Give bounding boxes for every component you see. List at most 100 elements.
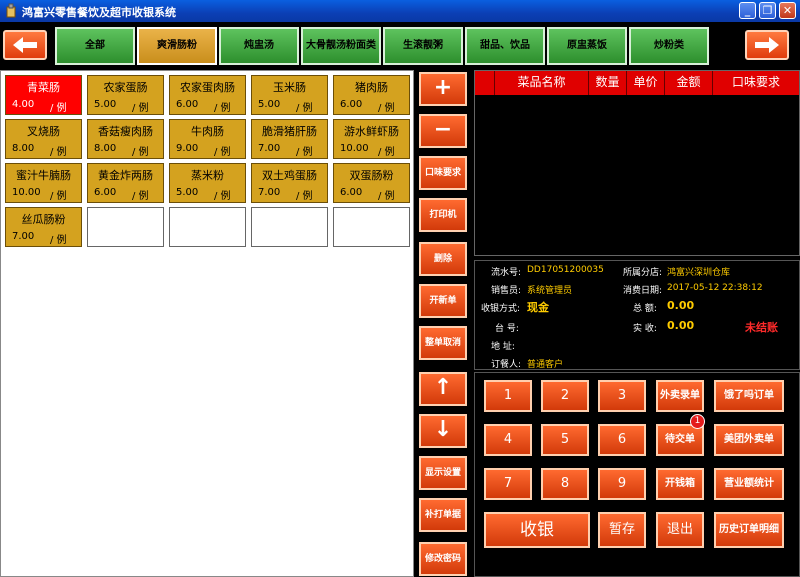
- order-table-header: 菜品名称 数量 单价 金额 口味要求: [475, 71, 799, 95]
- seller-value: 系统管理员: [527, 286, 573, 296]
- order-history-button[interactable]: 历史订单明细: [714, 512, 784, 548]
- new-order-button[interactable]: 开新单: [419, 284, 467, 318]
- dish-item[interactable]: 农家蛋肉肠 6.00 / 例: [169, 75, 246, 115]
- dish-name: 牛肉肠: [191, 125, 224, 138]
- received-label: 实 收:: [633, 324, 657, 334]
- dish-price: 6.00: [176, 99, 199, 110]
- row-indicator-header: [475, 71, 495, 95]
- dish-name: 农家蛋肉肠: [180, 81, 235, 94]
- dish-item[interactable]: 黄金炸两肠 6.00 / 例: [87, 163, 164, 203]
- dish-item[interactable]: 牛肉肠 9.00 / 例: [169, 119, 246, 159]
- category-dessert-drinks[interactable]: 甜品、饮品: [465, 27, 545, 65]
- minimize-button[interactable]: _: [739, 2, 756, 19]
- dish-item[interactable]: 青菜肠 4.00 / 例: [5, 75, 82, 115]
- dish-item[interactable]: 香菇瘦肉肠 8.00 / 例: [87, 119, 164, 159]
- category-all[interactable]: 全部: [55, 27, 135, 65]
- dish-price: 10.00: [340, 143, 369, 154]
- dish-unit: / 例: [214, 147, 231, 158]
- keypad-9[interactable]: 9: [598, 468, 646, 500]
- keypad-1[interactable]: 1: [484, 380, 532, 412]
- next-category-button[interactable]: [745, 30, 789, 60]
- order-table[interactable]: 菜品名称 数量 单价 金额 口味要求: [474, 70, 800, 256]
- keypad-6[interactable]: 6: [598, 424, 646, 456]
- dish-unit: / 例: [50, 191, 67, 202]
- customer-value: 普通客户: [527, 360, 564, 370]
- table-number-label: 台 号:: [495, 324, 519, 334]
- dish-price: 8.00: [94, 143, 117, 154]
- arrow-right-icon: [755, 37, 779, 53]
- category-stew-soup[interactable]: 炖盅汤: [219, 27, 299, 65]
- dish-item[interactable]: 猪肉肠 6.00 / 例: [333, 75, 410, 115]
- delete-button[interactable]: 删除: [419, 242, 467, 276]
- dish-item[interactable]: 农家蛋肠 5.00 / 例: [87, 75, 164, 115]
- hold-order-button[interactable]: 暂存: [598, 512, 646, 548]
- checkout-button[interactable]: 收银: [484, 512, 590, 548]
- display-settings-button[interactable]: 显示设置: [419, 456, 467, 490]
- dish-name: 蒸米粉: [191, 169, 224, 182]
- total-value: 0.00: [667, 299, 695, 312]
- prev-category-button[interactable]: [3, 30, 47, 60]
- dish-price: 9.00: [176, 143, 199, 154]
- keypad-5[interactable]: 5: [541, 424, 589, 456]
- dish-item[interactable]: 脆滑猪肝肠 7.00 / 例: [251, 119, 328, 159]
- dish-name: 双土鸡蛋肠: [262, 169, 317, 182]
- dish-item[interactable]: 叉烧肠 8.00 / 例: [5, 119, 82, 159]
- dish-name: 农家蛋肠: [103, 81, 148, 94]
- category-fried-noodles[interactable]: 炒粉类: [629, 27, 709, 65]
- dish-price: 7.00: [12, 231, 35, 242]
- dish-item[interactable]: 玉米肠 5.00 / 例: [251, 75, 328, 115]
- keypad-3[interactable]: 3: [598, 380, 646, 412]
- dish-unit: / 例: [214, 191, 231, 202]
- customer-label: 订餐人:: [491, 360, 522, 370]
- keypad-2[interactable]: 2: [541, 380, 589, 412]
- meituan-orders-button[interactable]: 美团外卖单: [714, 424, 784, 456]
- dish-slot-empty[interactable]: [169, 207, 246, 247]
- change-password-button[interactable]: 修改密码: [419, 542, 467, 576]
- dish-name: 香菇瘦肉肠: [98, 125, 153, 138]
- cancel-order-button[interactable]: 整单取消: [419, 326, 467, 360]
- dish-price: 5.00: [94, 99, 117, 110]
- pending-count-badge: 1: [690, 414, 705, 429]
- dish-price: 6.00: [340, 187, 363, 198]
- keypad-7[interactable]: 7: [484, 468, 532, 500]
- dish-item[interactable]: 丝瓜肠粉 7.00 / 例: [5, 207, 82, 247]
- open-cash-drawer-button[interactable]: 开钱箱: [656, 468, 704, 500]
- dish-unit: / 例: [296, 191, 313, 202]
- category-congee[interactable]: 生滚靓粥: [383, 27, 463, 65]
- sales-stats-button[interactable]: 营业额统计: [714, 468, 784, 500]
- dish-item[interactable]: 双土鸡蛋肠 7.00 / 例: [251, 163, 328, 203]
- dish-name: 玉米肠: [273, 81, 306, 94]
- dish-slot-empty[interactable]: [87, 207, 164, 247]
- category-bone-soup-noodles[interactable]: 大骨靓汤粉面类: [301, 27, 381, 65]
- dish-item[interactable]: 蒸米粉 5.00 / 例: [169, 163, 246, 203]
- category-rice-roll[interactable]: 爽滑肠粉: [137, 27, 217, 65]
- col-dish-name: 菜品名称: [495, 71, 589, 95]
- taste-request-button[interactable]: 口味要求: [419, 156, 467, 190]
- dish-price: 6.00: [340, 99, 363, 110]
- printer-button[interactable]: 打印机: [419, 198, 467, 232]
- scroll-up-button[interactable]: ↑: [419, 372, 467, 406]
- dish-slot-empty[interactable]: [333, 207, 410, 247]
- keypad-4[interactable]: 4: [484, 424, 532, 456]
- dish-item[interactable]: 蜜汁牛腩肠 10.00 / 例: [5, 163, 82, 203]
- dish-name: 丝瓜肠粉: [21, 213, 66, 226]
- dish-name: 猪肉肠: [355, 81, 388, 94]
- restore-button[interactable]: ❐: [759, 2, 776, 19]
- seller-label: 销售员:: [491, 286, 522, 296]
- eleme-orders-button[interactable]: 饿了吗订单: [714, 380, 784, 412]
- takeout-entry-button[interactable]: 外卖录单: [656, 380, 704, 412]
- dish-item[interactable]: 双蛋肠粉 6.00 / 例: [333, 163, 410, 203]
- dish-slot-empty[interactable]: [251, 207, 328, 247]
- dish-item[interactable]: 游水鲜虾肠 10.00 / 例: [333, 119, 410, 159]
- col-taste-request: 口味要求: [731, 75, 780, 89]
- exit-button[interactable]: 退出: [656, 512, 704, 548]
- dish-name: 青菜肠: [27, 81, 60, 94]
- increase-qty-button[interactable]: +: [419, 72, 467, 106]
- reprint-button[interactable]: 补打单据: [419, 498, 467, 532]
- keypad-8[interactable]: 8: [541, 468, 589, 500]
- category-steamed-rice[interactable]: 原盅蒸饭: [547, 27, 627, 65]
- received-value: 0.00: [667, 319, 695, 332]
- scroll-down-button[interactable]: ↓: [419, 414, 467, 448]
- close-button[interactable]: ✕: [779, 2, 796, 19]
- decrease-qty-button[interactable]: −: [419, 114, 467, 148]
